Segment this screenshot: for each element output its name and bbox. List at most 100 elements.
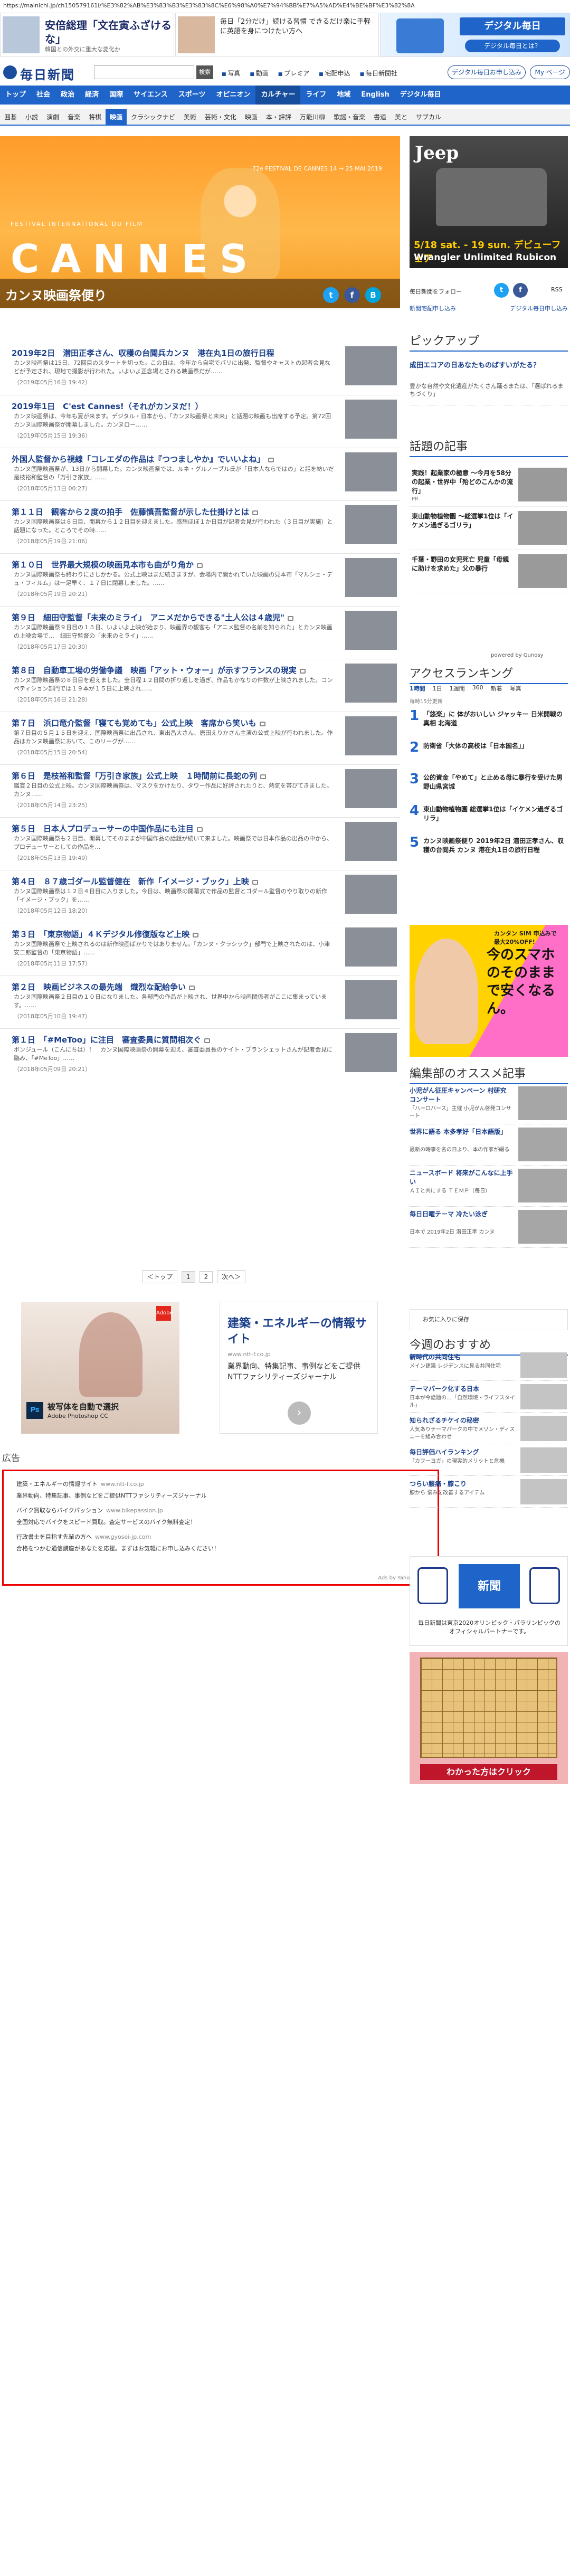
ranking-tab[interactable]: 写真 — [510, 684, 521, 693]
hatena-share-icon[interactable]: B — [365, 287, 381, 303]
hero-banner[interactable]: 72e FESTIVAL DE CANNES 14 → 25 MAI 2019 … — [0, 136, 400, 308]
nav-item[interactable]: 経済 — [80, 86, 104, 105]
ranking-item[interactable]: 4 東山動物植物園 総選挙1位は「イケメン過ぎるゴリラ」 — [410, 803, 568, 835]
article-title[interactable]: 第１１日 観客から２度の拍手 佐藤慎吾監督が示した仕掛けとは — [12, 506, 334, 517]
article-row[interactable]: 外国人監督から視線「コレエダの作品は『つつましやか』でいいよね」 カンヌ国際映画祭… — [0, 448, 400, 500]
search-input[interactable] — [94, 65, 194, 79]
my-page-button[interactable]: My ページ — [530, 65, 570, 79]
subnav-item[interactable]: クラシックナビ — [127, 109, 179, 125]
article-thumbnail[interactable] — [345, 452, 397, 491]
list-item[interactable]: テーマパーク化する日本 日本が今話題の…「自然環境・ライフスタイル」 — [410, 1381, 568, 1413]
pager-page-1[interactable]: 1 — [182, 1271, 195, 1283]
article-title[interactable]: 第１日 「#MeToo」に注目 審査委員に質問相次ぐ — [12, 1034, 334, 1045]
subnav-item[interactable]: 将棋 — [84, 109, 106, 125]
article-thumbnail[interactable] — [345, 822, 397, 861]
article-thumbnail[interactable] — [345, 346, 397, 385]
article-title[interactable]: 第８日 自動車工場の労働争議 映画「アット・ウォー」が示すフランスの現実 — [12, 665, 334, 676]
url-bar[interactable]: https://mainichi.jp/ch150579161i/%E3%82%… — [0, 0, 570, 12]
article-row[interactable]: 第４日 ８７歳ゴダール監督健在 新作「イメージ・ブック」上映 カンヌ国際映画祭は１… — [0, 870, 400, 923]
text-ad-line[interactable]: 行政書士を目指す先輩の方へ www.gyosei-jp.com — [16, 1532, 151, 1541]
article-thumbnail[interactable] — [345, 716, 397, 755]
top-ad-digital-mainichi[interactable]: デジタル毎日 デジタル毎日とは？ — [380, 13, 570, 57]
nav-item[interactable]: カルチャー — [255, 86, 301, 105]
ranking-tab[interactable]: 1時間 — [410, 684, 425, 693]
site-logo[interactable]: 毎日新聞 — [20, 64, 75, 83]
article-row[interactable]: 第７日 浜口竜介監督「寝ても覚めても」公式上映 客席から笑いも 第７日目の５月１５… — [0, 712, 400, 764]
logo-icon[interactable] — [3, 65, 17, 79]
article-thumbnail[interactable] — [345, 505, 397, 544]
header-link[interactable]: プレミア — [278, 69, 309, 78]
header-link[interactable]: 写真 — [222, 69, 240, 78]
article-row[interactable]: 2019年1日 C'est Cannes!（それがカンヌだ！） カンヌ映画祭は、今… — [0, 395, 400, 448]
pager-next[interactable]: 次へ＞ — [217, 1270, 246, 1283]
article-row[interactable]: 第６日 是枝裕和監督「万引き家族」公式上映 １時間前に長蛇の列 鑑賞２日目の公式上… — [0, 764, 400, 817]
subnav-item[interactable]: 小説 — [21, 109, 42, 125]
article-row[interactable]: 第３日 「東京物語」４Ｋデジタル修復版など上映 カンヌ国際映画祭で上映されるのは新… — [0, 923, 400, 976]
ad-jeep[interactable]: Jeep 5/18 sat. - 19 sun. デビューフェア Wrangle… — [410, 136, 568, 268]
article-row[interactable]: 第８日 自動車工場の労働争議 映画「アット・ウォー」が示すフランスの現実 カンヌ国… — [0, 659, 400, 712]
article-thumbnail[interactable] — [345, 558, 397, 597]
article-thumbnail[interactable] — [345, 769, 397, 808]
subnav-item[interactable]: 万能川柳 — [296, 109, 329, 125]
article-thumbnail[interactable] — [345, 875, 397, 914]
text-ad-line[interactable]: 業界動向、特集記事、事例などをご提供NTTファシリティーズジャーナル — [16, 1491, 207, 1500]
header-link[interactable]: 動画 — [250, 69, 269, 78]
ad-adobe[interactable]: Adobe Ps 被写体を自動で選択 Adobe Photoshop CC — [21, 1302, 179, 1434]
article-thumbnail[interactable] — [345, 927, 397, 967]
article-row[interactable]: 2019年2日 潜田正孝さん、収穫の台閲兵カンヌ 港在丸1日の旅行日程 カンヌ映画… — [0, 342, 400, 395]
ad-cta-button[interactable]: わかった方はクリック — [420, 1764, 557, 1780]
facebook-share-icon[interactable]: f — [344, 287, 360, 303]
article-title[interactable]: 第３日 「東京物語」４Ｋデジタル修復版など上映 — [12, 929, 334, 940]
subnav-item[interactable]: 歌謡・音楽 — [329, 109, 369, 125]
article-title[interactable]: 第４日 ８７歳ゴダール監督健在 新作「イメージ・ブック」上映 — [12, 876, 334, 887]
ranking-tab[interactable]: 1日 — [433, 684, 442, 693]
article-title[interactable]: 2019年1日 C'est Cannes!（それがカンヌだ！） — [12, 401, 334, 412]
article-title[interactable]: 第５日 日本人プロデューサーの中国作品にも注目 — [12, 823, 334, 834]
subnav-item[interactable]: 書道 — [369, 109, 391, 125]
article-title[interactable]: 第９日 細田守監督「未来のミライ」 アニメだからできる"土人公は４歳児" — [12, 612, 334, 623]
ranking-item[interactable]: 5 カンヌ映画祭便り 2019年2日 潜田正孝さん、収穫の台閲兵 カンヌ 港在丸1… — [410, 835, 568, 866]
article-row[interactable]: 第１１日 観客から２度の拍手 佐藤慎吾監督が示した仕掛けとは カンヌ国際映画祭は８… — [0, 500, 400, 553]
nav-item[interactable]: サイエンス — [128, 86, 173, 105]
subscribe-button[interactable]: デジタル毎日お申し込み — [448, 65, 526, 79]
ranking-tab[interactable]: 新着 — [491, 684, 502, 693]
ranking-tab[interactable]: 1週間 — [450, 684, 465, 693]
article-row[interactable]: 第１０日 世界最大規模の映画見本市も曲がり角か カンヌ国際映画祭も終わりにさしかか… — [0, 553, 400, 606]
digital-subscribe-link[interactable]: デジタル毎日申し込み — [510, 304, 568, 312]
olympic-banner[interactable]: 新聞 毎日新聞は東京2020オリンピック・パラリンピックのオフィシャルパートナー… — [410, 1556, 568, 1646]
article-title[interactable]: 2019年2日 潜田正孝さん、収穫の台閲兵カンヌ 港在丸1日の旅行日程 — [12, 347, 334, 358]
article-thumbnail[interactable] — [345, 664, 397, 703]
subnav-item[interactable]: 演劇 — [42, 109, 63, 125]
twitter-share-icon[interactable]: t — [323, 287, 339, 303]
ad-cta-button[interactable]: デジタル毎日とは？ — [465, 40, 560, 52]
facebook-follow-icon[interactable]: f — [513, 283, 528, 298]
list-item[interactable]: 新時代の共同住宅 メイン建築 レジデンスに見る共同住宅 — [410, 1349, 568, 1381]
nav-item[interactable]: 国際 — [104, 86, 128, 105]
nav-item[interactable]: スポーツ — [173, 86, 211, 105]
text-ad-line[interactable]: 合格をつかむ通信講座があなたを応援。まずはお気軽にお申し込みください！ — [16, 1544, 220, 1552]
search-button[interactable]: 検索 — [196, 65, 213, 79]
article-title[interactable]: 外国人監督から視線「コレエダの作品は『つつましやか』でいいよね」 — [12, 453, 334, 465]
ad-ntt[interactable]: 建築・エネルギーの情報サイト www.ntt-f.co.jp 業界動向、特集記事… — [220, 1302, 378, 1434]
list-item[interactable]: 東山動物植物園 ～総選挙1位は「イケメン過ぎるゴリラ」 — [410, 507, 568, 550]
subnav-item[interactable]: 美術 — [179, 109, 201, 125]
header-link[interactable]: 宅配申込 — [319, 69, 350, 78]
subnav-item[interactable]: サブカル — [412, 109, 445, 125]
list-item[interactable]: ニュースボード 将来がこんなに上手い ＡＩと共にする ＴＥＭＰ（毎日） — [410, 1166, 568, 1207]
nav-item[interactable]: 政治 — [55, 86, 80, 105]
subnav-item[interactable]: 映画 — [106, 109, 127, 125]
nav-item[interactable]: トップ — [0, 86, 31, 105]
ad-igo[interactable]: わかった方はクリック — [410, 1652, 568, 1784]
article-title[interactable]: 第２日 映画ビジネスの最先端 熾烈な配給争い — [12, 981, 334, 992]
subnav-item[interactable]: 囲碁 — [0, 109, 21, 125]
text-ad-line[interactable]: 建築・エネルギーの情報サイト www.ntt-f.co.jp — [16, 1480, 144, 1488]
list-item[interactable]: 実践！起業家の極意 ～今月を58分の起業・世界中「殆どのこんかの流行」 PR — [410, 463, 568, 507]
list-item[interactable]: 世界に語る 本多孝好「日本語版」 最新の時事を名の日より、本の作家が綴る — [410, 1124, 568, 1166]
article-row[interactable]: 第１日 「#MeToo」に注目 審査委員に質問相次ぐ ボンジュール（こんにちは）！… — [0, 1028, 400, 1081]
list-item[interactable]: 成田エコアの日あなたものばすいがたる？ 豊かな自然や文化遺産がたくさん踊るまたは… — [410, 359, 568, 405]
subnav-item[interactable]: 映画 — [241, 109, 262, 125]
article-title[interactable]: 第７日 浜口竜介監督「寝ても覚めても」公式上映 客席から笑いも — [12, 717, 334, 728]
subnav-item[interactable]: 美と — [391, 109, 412, 125]
article-row[interactable]: 第５日 日本人プロデューサーの中国作品にも注目 カンヌ国際映画祭も２日目、開幕して… — [0, 817, 400, 870]
top-ad-politics[interactable]: 安倍総理「文在寅ふざけるな」 韓国との外交に重大な変化か — [0, 13, 174, 57]
